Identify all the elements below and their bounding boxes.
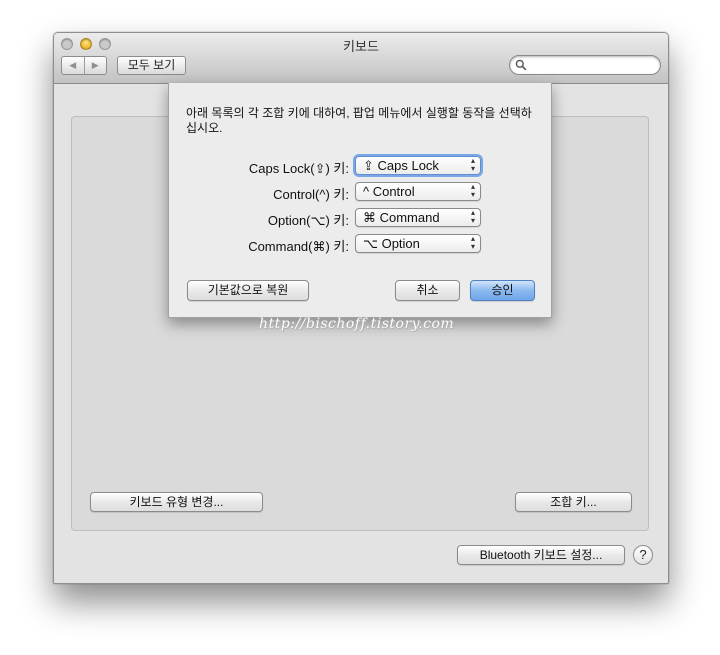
- option-popup-value: ⌘ Command: [363, 210, 440, 225]
- window-title: 키보드: [343, 39, 379, 54]
- change-keyboard-type-button[interactable]: 키보드 유형 변경...: [90, 492, 263, 512]
- title-bar: 키보드 ◀ ▶ 모두 보기: [54, 33, 668, 84]
- control-popup-value: ^ Control: [363, 184, 415, 199]
- sheet-message: 아래 목록의 각 조합 키에 대하여, 팝업 메뉴에서 실행할 동작을 선택하십…: [186, 106, 532, 135]
- popup-arrows-icon: ▴ ▾: [470, 182, 475, 199]
- search-icon: [515, 59, 527, 71]
- control-label: Control(^) 키:: [273, 187, 349, 202]
- command-label: Command(⌘) 키:: [248, 239, 349, 254]
- restore-defaults-button[interactable]: 기본값으로 복원: [187, 280, 309, 301]
- command-popup-value: ⌥ Option: [363, 236, 420, 251]
- search-field[interactable]: [509, 55, 661, 75]
- command-popup[interactable]: ⌥ Option ▴ ▾: [355, 234, 481, 253]
- option-label: Option(⌥) 키:: [267, 213, 349, 228]
- back-forward-buttons: ◀ ▶: [61, 56, 107, 75]
- modifier-keys-sheet: 아래 목록의 각 조합 키에 대하여, 팝업 메뉴에서 실행할 동작을 선택하십…: [168, 83, 552, 318]
- caps-lock-label: Caps Lock(⇪) 키:: [248, 161, 349, 176]
- caps-lock-popup-value: ⇪ Caps Lock: [363, 158, 439, 173]
- popup-arrows-icon: ▴ ▾: [470, 234, 475, 251]
- show-all-button[interactable]: 모두 보기: [117, 56, 186, 75]
- popup-arrows-icon: ▴ ▾: [470, 208, 475, 225]
- modifier-keys-button[interactable]: 조합 키...: [515, 492, 632, 512]
- watermark-text: http://bischoff.tistory.com: [259, 316, 455, 332]
- popup-arrows-icon: ▴ ▾: [470, 156, 475, 173]
- option-popup[interactable]: ⌘ Command ▴ ▾: [355, 208, 481, 227]
- back-arrow-icon[interactable]: ◀: [62, 57, 84, 74]
- caps-lock-popup[interactable]: ⇪ Caps Lock ▴ ▾: [355, 156, 481, 175]
- help-button[interactable]: ?: [633, 545, 653, 565]
- cancel-button[interactable]: 취소: [395, 280, 460, 301]
- control-popup[interactable]: ^ Control ▴ ▾: [355, 182, 481, 201]
- ok-button[interactable]: 승인: [470, 280, 535, 301]
- bluetooth-keyboard-setup-button[interactable]: Bluetooth 키보드 설정...: [457, 545, 625, 565]
- forward-arrow-icon[interactable]: ▶: [83, 57, 107, 74]
